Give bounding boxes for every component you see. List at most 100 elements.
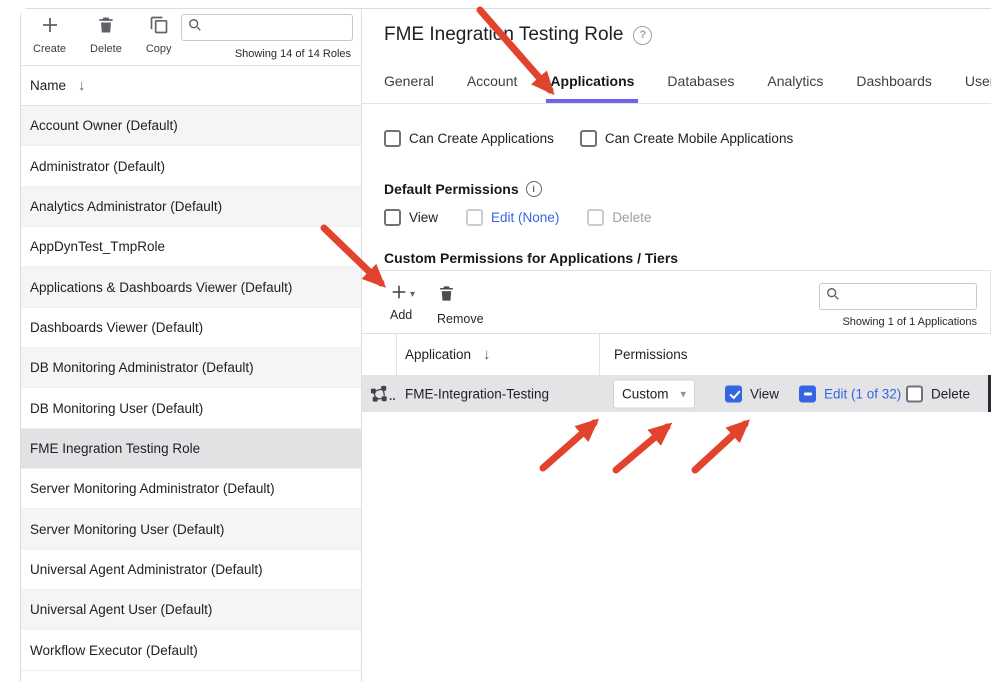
role-label: Account Owner (Default) (30, 118, 178, 133)
application-tier-icon: .. (370, 385, 396, 403)
role-detail-panel: FME Inegration Testing Role ? General Acc… (362, 9, 991, 682)
delete-role-button[interactable]: Delete (90, 15, 122, 55)
tab-analytics[interactable]: Analytics (767, 71, 823, 103)
permission-mode-select[interactable]: Custom ▾ (613, 379, 695, 408)
roles-sidebar: Create Delete Copy (21, 9, 362, 682)
row-delete-checkbox[interactable]: Delete (906, 385, 970, 402)
roles-count-text: Showing 14 of 14 Roles (235, 48, 351, 60)
custom-permissions-toolbar: ▾ Add Remove (362, 270, 991, 334)
role-label: Dashboards Viewer (Default) (30, 320, 203, 335)
role-list-item[interactable]: Universal Agent User (Default) (21, 590, 361, 630)
default-view-label: View (409, 210, 438, 225)
create-label: Create (33, 43, 66, 55)
info-icon[interactable]: i (526, 181, 542, 197)
permissions-table-header: Application ↓ Permissions (362, 334, 991, 375)
name-column-header[interactable]: Name ↓ (21, 66, 361, 106)
can-create-mobile-applications-checkbox[interactable]: Can Create Mobile Applications (580, 130, 793, 147)
role-label: Server Monitoring Administrator (Default… (30, 481, 275, 496)
tab-account[interactable]: Account (467, 71, 518, 103)
chevron-down-icon: ▾ (680, 387, 686, 400)
row-edit-checkbox[interactable]: Edit (1 of 32) (799, 385, 901, 402)
roles-card: Create Delete Copy (20, 8, 991, 682)
tab-user-a[interactable]: User a (965, 71, 991, 103)
application-column-label: Application (405, 347, 471, 362)
roles-admin-page: Create Delete Copy (0, 0, 991, 682)
permissions-column-label: Permissions (614, 347, 688, 362)
role-list-item[interactable]: Analytics Administrator (Default) (21, 187, 361, 227)
role-list-item[interactable]: Applications & Dashboards Viewer (Defaul… (21, 267, 361, 307)
tab-general[interactable]: General (384, 71, 434, 103)
selection-column-header (362, 334, 397, 375)
role-label: Universal Agent User (Default) (30, 602, 212, 617)
plus-icon (390, 283, 408, 306)
row-view-label: View (750, 386, 779, 401)
help-icon[interactable]: ? (633, 26, 652, 45)
tab-bar-divider (362, 103, 991, 104)
role-label: Analytics Administrator (Default) (30, 199, 222, 214)
role-list-item[interactable]: Account Owner (Default) (21, 106, 361, 146)
role-label: Universal Agent Administrator (Default) (30, 562, 263, 577)
sort-desc-icon: ↓ (78, 77, 86, 94)
roles-search-input[interactable] (207, 19, 346, 36)
application-column-header[interactable]: Application ↓ (397, 334, 600, 375)
name-column-label: Name (30, 78, 66, 93)
checkbox-icon (384, 209, 401, 226)
role-label: DB Monitoring Administrator (Default) (30, 360, 254, 375)
indeterminate-checkbox-icon (799, 385, 816, 402)
table-row: .. FME-Integration-Testing Custom ▾ View… (362, 375, 991, 412)
custom-permissions-heading: Custom Permissions for Applications / Ti… (384, 250, 678, 266)
default-view-checkbox[interactable]: View (384, 209, 438, 226)
applications-search-box[interactable] (819, 283, 977, 310)
role-list-item[interactable]: Universal Agent Administrator (Default) (21, 550, 361, 590)
row-delete-label: Delete (931, 386, 970, 401)
remove-application-button[interactable]: Remove (437, 284, 484, 326)
role-label: AppDynTest_TmpRole (30, 239, 165, 254)
tab-applications[interactable]: Applications (550, 71, 634, 103)
copy-icon (149, 15, 169, 40)
roles-search-box[interactable] (181, 14, 353, 41)
page-title: FME Inegration Testing Role (384, 24, 623, 46)
role-list-item[interactable]: AppDynTest_TmpRole (21, 227, 361, 267)
role-label: Administrator (Default) (30, 159, 165, 174)
checkbox-icon (580, 130, 597, 147)
delete-label: Delete (90, 43, 122, 55)
copy-role-button[interactable]: Copy (146, 15, 172, 55)
applications-count-text: Showing 1 of 1 Applications (842, 316, 977, 328)
plus-icon (40, 15, 60, 40)
role-label: Workflow Executor (Default) (30, 643, 198, 658)
add-label: Add (390, 308, 412, 322)
tab-databases[interactable]: Databases (667, 71, 734, 103)
role-label: Applications & Dashboards Viewer (Defaul… (30, 280, 292, 295)
can-create-applications-label: Can Create Applications (409, 131, 554, 146)
checkbox-icon (466, 209, 483, 226)
default-delete-checkbox[interactable]: Delete (587, 209, 651, 226)
unchecked-checkbox-icon (906, 385, 923, 402)
applications-search-input[interactable] (845, 288, 970, 305)
role-list-item[interactable]: DB Monitoring User (Default) (21, 388, 361, 428)
role-list-item[interactable]: Workflow Executor (Default) (21, 630, 361, 670)
role-list-item[interactable]: Dashboards Viewer (Default) (21, 308, 361, 348)
role-list-item[interactable]: Server Monitoring User (Default) (21, 509, 361, 549)
default-permissions-heading: Default Permissions (384, 181, 519, 197)
checkbox-icon (587, 209, 604, 226)
default-edit-checkbox[interactable]: Edit (None) (466, 209, 559, 226)
create-role-button[interactable]: Create (33, 15, 66, 55)
trash-icon (437, 284, 456, 308)
tab-dashboards[interactable]: Dashboards (856, 71, 932, 103)
default-edit-label[interactable]: Edit (None) (491, 210, 559, 225)
row-view-checkbox[interactable]: View (725, 385, 779, 402)
role-list-item[interactable]: Server Monitoring Administrator (Default… (21, 469, 361, 509)
role-list-item[interactable]: FME Inegration Testing Role (21, 429, 361, 469)
role-label: FME Inegration Testing Role (30, 441, 200, 456)
role-label: DB Monitoring User (Default) (30, 401, 203, 416)
row-edit-label[interactable]: Edit (1 of 32) (824, 386, 901, 401)
can-create-applications-checkbox[interactable]: Can Create Applications (384, 130, 554, 147)
checkbox-icon (384, 130, 401, 147)
copy-label: Copy (146, 43, 172, 55)
search-icon (188, 18, 202, 37)
role-list-item[interactable]: DB Monitoring Administrator (Default) (21, 348, 361, 388)
add-application-button[interactable]: ▾ Add (390, 284, 415, 326)
sort-desc-icon: ↓ (483, 346, 491, 363)
role-list-item[interactable]: Administrator (Default) (21, 146, 361, 186)
role-label: Server Monitoring User (Default) (30, 522, 224, 537)
